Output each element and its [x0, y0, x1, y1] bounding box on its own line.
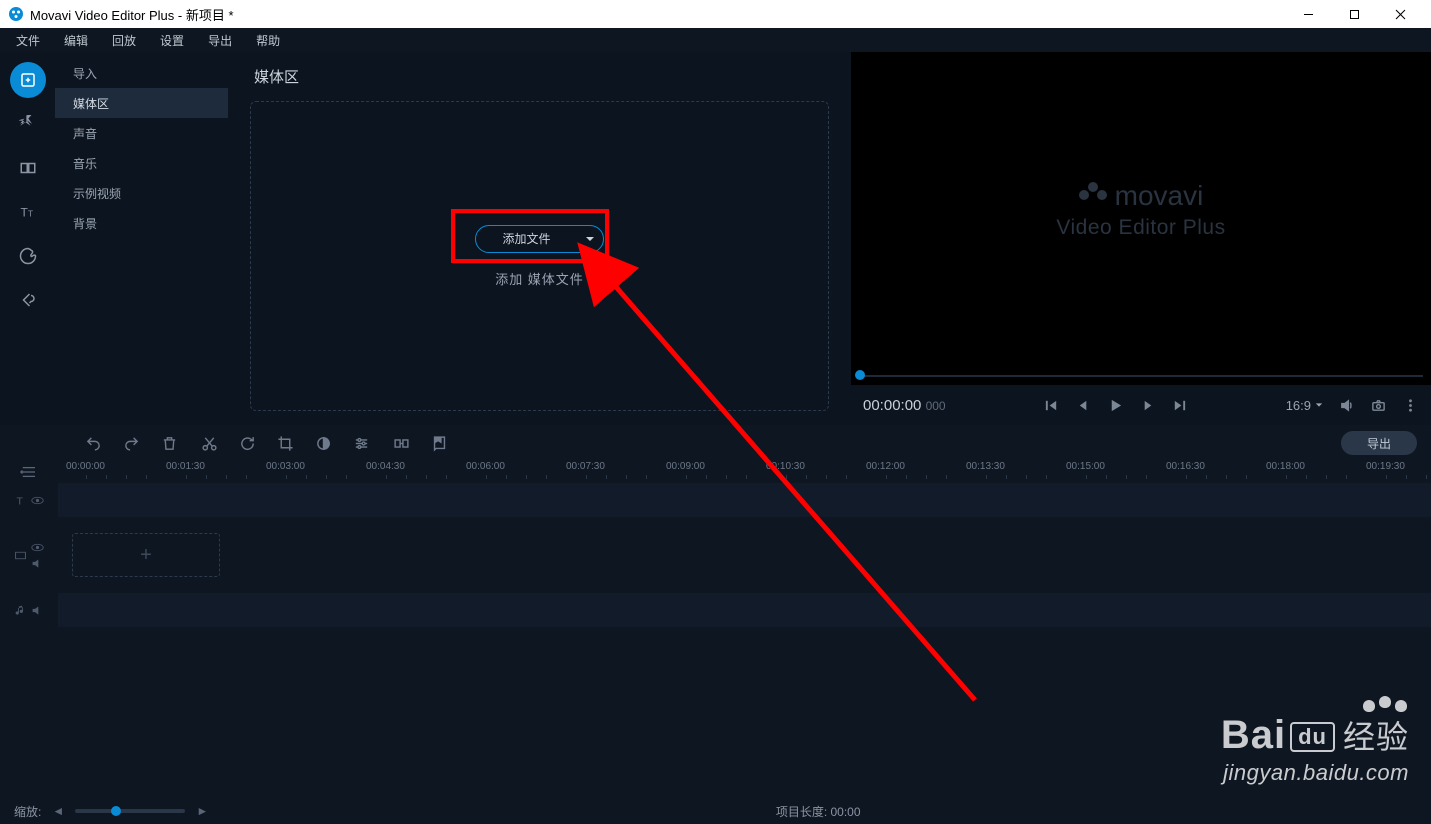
eye-icon[interactable] [31, 494, 44, 507]
prev-clip-icon[interactable] [1043, 396, 1061, 414]
rotate-icon[interactable] [238, 434, 256, 452]
preview-canvas: movavi Video Editor Plus [851, 52, 1431, 367]
preview-seek-bar[interactable] [851, 367, 1431, 385]
add-file-label: 添加文件 [476, 230, 576, 247]
window-titlebar: Movavi Video Editor Plus - 新项目 * [0, 0, 1431, 28]
minimize-button[interactable] [1285, 0, 1331, 28]
import-item-sounds[interactable]: 声音 [55, 118, 228, 148]
duration-label: 项目长度: 00:00 [776, 803, 861, 820]
menu-help[interactable]: 帮助 [244, 29, 292, 52]
menubar: 文件 编辑 回放 设置 导出 帮助 [0, 28, 1431, 52]
delete-icon[interactable] [160, 434, 178, 452]
eye-icon[interactable] [31, 541, 44, 554]
brand-subtitle: Video Editor Plus [1056, 216, 1225, 240]
more-tools-icon[interactable] [10, 282, 46, 318]
marker-icon[interactable] [430, 434, 448, 452]
menu-playback[interactable]: 回放 [100, 29, 148, 52]
chevron-down-icon[interactable] [577, 226, 603, 252]
add-track-icon[interactable] [14, 463, 42, 481]
status-footer: 缩放: ◄ ► 项目长度: 00:00 [0, 798, 1431, 824]
maximize-button[interactable] [1331, 0, 1377, 28]
volume-icon[interactable] [1337, 396, 1355, 414]
import-item-import[interactable]: 导入 [55, 58, 228, 88]
clip-properties-icon[interactable] [352, 434, 370, 452]
media-dropzone[interactable]: 添加文件 添加 媒体文件 [250, 101, 829, 411]
crop-icon[interactable] [276, 434, 294, 452]
titles-tool-icon[interactable]: TT [10, 194, 46, 230]
timeline-ruler[interactable]: 00:00:0000:01:3000:03:0000:04:3000:06:00… [58, 461, 1431, 483]
import-category-list: 导入 媒体区 声音 音乐 示例视频 背景 [55, 52, 228, 425]
menu-settings[interactable]: 设置 [148, 29, 196, 52]
transitions-tool-icon[interactable] [10, 150, 46, 186]
transition-wizard-icon[interactable] [392, 434, 410, 452]
import-item-backgrounds[interactable]: 背景 [55, 208, 228, 238]
import-tool-icon[interactable] [10, 62, 46, 98]
zoom-out-icon[interactable]: ◄ [51, 804, 65, 818]
cut-icon[interactable] [200, 434, 218, 452]
app-icon [8, 6, 24, 22]
speaker-icon[interactable] [31, 557, 44, 570]
media-panel-title: 媒体区 [250, 66, 829, 87]
color-adjust-icon[interactable] [314, 434, 332, 452]
stickers-tool-icon[interactable] [10, 238, 46, 274]
preview-brand: movavi Video Editor Plus [1056, 180, 1225, 240]
play-icon[interactable] [1107, 396, 1125, 414]
preview-panel: movavi Video Editor Plus 00:00:00 000 16… [851, 52, 1431, 425]
next-clip-icon[interactable] [1171, 396, 1189, 414]
video-track-head[interactable] [0, 527, 58, 583]
zoom-in-icon[interactable]: ► [195, 804, 209, 818]
brand-name: movavi [1115, 180, 1204, 212]
export-button[interactable]: 导出 [1341, 431, 1417, 455]
prev-frame-icon[interactable] [1075, 396, 1093, 414]
window-title: Movavi Video Editor Plus - 新项目 * [30, 5, 1285, 24]
audio-track [0, 593, 1431, 627]
svg-text:T: T [16, 495, 23, 506]
menu-file[interactable]: 文件 [4, 29, 52, 52]
import-item-sample-video[interactable]: 示例视频 [55, 178, 228, 208]
import-item-media-bin[interactable]: 媒体区 [55, 88, 228, 118]
speaker-icon[interactable] [31, 604, 44, 617]
edit-toolbar: 导出 [0, 425, 1431, 461]
zoom-slider[interactable] [75, 809, 185, 813]
aspect-ratio-selector[interactable]: 16:9 [1286, 398, 1323, 413]
tool-rail: TT [0, 52, 55, 425]
empty-clip-slot[interactable]: + [72, 533, 220, 577]
menu-edit[interactable]: 编辑 [52, 29, 100, 52]
close-button[interactable] [1377, 0, 1423, 28]
audio-track-head[interactable] [0, 593, 58, 627]
timeline: 00:00:0000:01:3000:03:0000:04:3000:06:00… [0, 461, 1431, 798]
text-track-head[interactable]: T [0, 483, 58, 517]
more-icon[interactable] [1401, 396, 1419, 414]
text-track: T [0, 483, 1431, 517]
add-file-caption: 添加 媒体文件 [495, 269, 584, 288]
effects-tool-icon[interactable] [10, 106, 46, 142]
movavi-logo-icon [1079, 182, 1107, 210]
import-item-music[interactable]: 音乐 [55, 148, 228, 178]
preview-controls: 00:00:00 000 16:9 [851, 385, 1431, 425]
undo-icon[interactable] [84, 434, 102, 452]
preview-timecode: 00:00:00 000 [863, 397, 946, 414]
add-file-button[interactable]: 添加文件 [475, 225, 603, 253]
video-track: + [0, 527, 1431, 583]
next-frame-icon[interactable] [1139, 396, 1157, 414]
media-panel: 媒体区 添加文件 添加 媒体文件 [228, 52, 851, 425]
snapshot-icon[interactable] [1369, 396, 1387, 414]
zoom-label: 缩放: [14, 803, 41, 820]
menu-export[interactable]: 导出 [196, 29, 244, 52]
svg-text:T: T [28, 210, 33, 219]
redo-icon[interactable] [122, 434, 140, 452]
